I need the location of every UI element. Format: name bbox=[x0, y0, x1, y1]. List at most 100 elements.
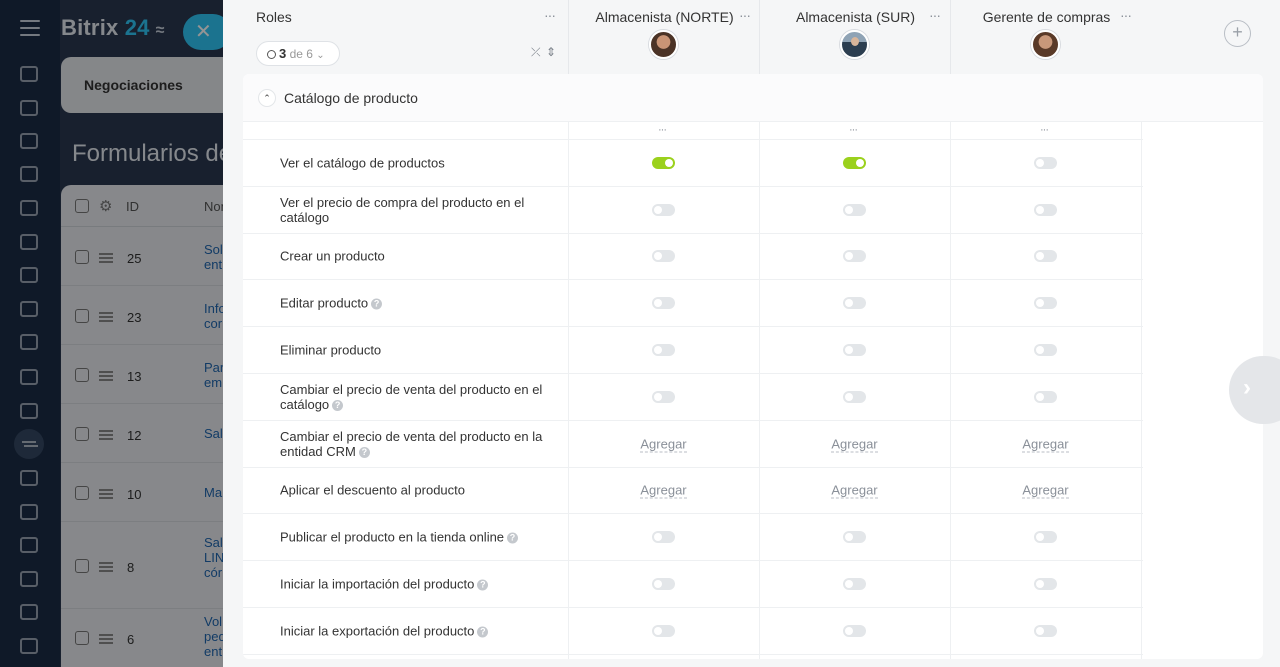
role-column-header: Gerente de compras ··· bbox=[950, 0, 1141, 74]
permission-toggle[interactable] bbox=[652, 203, 675, 216]
permission-toggle[interactable] bbox=[1034, 297, 1057, 310]
permission-toggle[interactable] bbox=[1034, 531, 1057, 544]
column-more-icon[interactable]: ··· bbox=[849, 125, 858, 136]
permission-cell bbox=[568, 234, 759, 280]
permission-toggle[interactable] bbox=[843, 390, 866, 403]
permission-cell bbox=[568, 561, 759, 607]
permission-label-text: Ver el catálogo de productos bbox=[280, 155, 445, 171]
permission-cell: Agregar bbox=[950, 468, 1141, 514]
role-more-icon[interactable]: ··· bbox=[1120, 8, 1132, 22]
role-more-icon[interactable]: ··· bbox=[739, 8, 751, 22]
permission-toggle[interactable] bbox=[652, 297, 675, 310]
add-value-cell: Agregar bbox=[950, 482, 1141, 499]
permission-label: Publicar el producto en la tienda online… bbox=[280, 530, 545, 545]
collapse-all-icon[interactable]: ⤫ bbox=[531, 45, 541, 60]
permission-cell bbox=[568, 374, 759, 420]
permission-cell bbox=[950, 234, 1141, 280]
permission-toggle[interactable] bbox=[652, 578, 675, 591]
chevron-right-icon: › bbox=[1243, 374, 1251, 401]
permission-toggle[interactable] bbox=[652, 156, 675, 169]
permission-label: Ver el catálogo de productos bbox=[280, 155, 545, 170]
permission-toggle[interactable] bbox=[843, 344, 866, 357]
add-value-link[interactable]: Agregar bbox=[640, 436, 687, 453]
permission-toggle[interactable] bbox=[652, 250, 675, 263]
permission-toggle[interactable] bbox=[843, 250, 866, 263]
permission-toggle[interactable] bbox=[843, 203, 866, 216]
permission-label-text: Eliminar producto bbox=[280, 342, 382, 358]
permission-row: Ver el catálogo de productos bbox=[243, 140, 1143, 187]
permission-label: Cambiar el precio de venta del producto … bbox=[280, 429, 545, 459]
add-role-button[interactable]: + bbox=[1224, 20, 1251, 47]
role-more-icon[interactable]: ··· bbox=[929, 8, 941, 22]
permission-toggle[interactable] bbox=[843, 624, 866, 637]
avatar[interactable] bbox=[649, 30, 678, 59]
permission-row: Aplicar el descuento al producto Agregar A… bbox=[243, 468, 1143, 515]
permission-toggle[interactable] bbox=[1034, 203, 1057, 216]
avatar[interactable] bbox=[840, 30, 869, 59]
permission-toggle[interactable] bbox=[1034, 390, 1057, 403]
permission-toggle[interactable] bbox=[652, 531, 675, 544]
add-value-link[interactable]: Agregar bbox=[1022, 482, 1069, 499]
permission-toggle[interactable] bbox=[652, 390, 675, 403]
help-icon[interactable]: ? bbox=[477, 579, 489, 591]
add-value-link[interactable]: Agregar bbox=[640, 482, 687, 499]
avatar[interactable] bbox=[1031, 30, 1060, 59]
chevron-down-icon: ⌄ bbox=[316, 50, 325, 61]
column-more-icon[interactable]: ··· bbox=[658, 125, 667, 136]
permission-toggle[interactable] bbox=[843, 578, 866, 591]
visible-roles-selector[interactable]: 3 de 6 ⌄ bbox=[256, 41, 340, 66]
permission-cell bbox=[950, 514, 1141, 560]
add-value-link[interactable]: Agregar bbox=[831, 436, 878, 453]
add-value-link[interactable]: Agregar bbox=[1022, 436, 1069, 453]
permission-label: Iniciar la importación del producto? bbox=[280, 577, 545, 592]
add-value-cell: Agregar bbox=[568, 482, 759, 499]
role-name[interactable]: Almacenista (SUR) bbox=[760, 9, 951, 25]
role-permissions-panel: Roles ··· 3 de 6 ⌄ ⤫ ⇕ Almacenista (NORT… bbox=[223, 0, 1280, 667]
permission-toggle[interactable] bbox=[652, 624, 675, 637]
role-column-header: Almacenista (SUR) ··· bbox=[759, 0, 950, 74]
permission-label-text: Ver el precio de compra del producto en … bbox=[280, 194, 525, 225]
permission-cell: Agregar bbox=[568, 468, 759, 514]
permission-cell bbox=[759, 608, 950, 654]
roles-more-icon[interactable]: ··· bbox=[544, 8, 556, 22]
permission-toggle[interactable] bbox=[652, 344, 675, 357]
permission-label: Iniciar la exportación del producto? bbox=[280, 623, 545, 638]
role-name[interactable]: Almacenista (NORTE) bbox=[569, 9, 760, 25]
help-icon[interactable]: ? bbox=[507, 532, 519, 544]
section-header[interactable]: ⌃ Catálogo de producto bbox=[243, 74, 1263, 122]
permission-toggle[interactable] bbox=[843, 156, 866, 169]
permission-label-text: Crear un producto bbox=[280, 248, 385, 264]
permission-toggle[interactable] bbox=[1034, 156, 1057, 169]
permission-cell bbox=[568, 514, 759, 560]
permission-cell bbox=[950, 187, 1141, 233]
permission-cell bbox=[759, 280, 950, 326]
permission-row: Iniciar la exportación del producto? bbox=[243, 608, 1143, 655]
expand-all-icon[interactable]: ⇕ bbox=[546, 45, 556, 59]
permission-toggle[interactable] bbox=[1034, 344, 1057, 357]
permission-cell bbox=[950, 327, 1141, 373]
help-icon[interactable]: ? bbox=[358, 446, 370, 458]
add-value-cell: Agregar bbox=[759, 482, 950, 499]
permission-toggle[interactable] bbox=[843, 531, 866, 544]
roles-header: Roles ··· 3 de 6 ⌄ ⤫ ⇕ Almacenista (NORT… bbox=[223, 0, 1280, 74]
permission-toggle[interactable] bbox=[1034, 624, 1057, 637]
permission-toggle[interactable] bbox=[1034, 250, 1057, 263]
permission-toggle[interactable] bbox=[843, 297, 866, 310]
permission-row: Eliminar producto bbox=[243, 327, 1143, 374]
column-more-icon[interactable]: ··· bbox=[1040, 125, 1049, 136]
help-icon[interactable]: ? bbox=[371, 298, 383, 310]
role-name[interactable]: Gerente de compras bbox=[951, 9, 1142, 25]
add-value-link[interactable]: Agregar bbox=[831, 482, 878, 499]
permission-row: Editar producto? bbox=[243, 280, 1143, 328]
permission-toggle[interactable] bbox=[1034, 578, 1057, 591]
role-column-header: Almacenista (NORTE) ··· bbox=[568, 0, 759, 74]
help-icon[interactable]: ? bbox=[332, 399, 344, 411]
permission-row: Iniciar la importación del producto? bbox=[243, 561, 1143, 608]
permission-cell bbox=[759, 140, 950, 186]
chevron-up-icon[interactable]: ⌃ bbox=[258, 89, 276, 107]
permission-row: Cambiar el precio de venta del producto … bbox=[243, 421, 1143, 468]
permission-cell bbox=[568, 327, 759, 373]
roles-label: Roles bbox=[256, 9, 292, 25]
permission-cell bbox=[759, 561, 950, 607]
help-icon[interactable]: ? bbox=[477, 626, 489, 638]
